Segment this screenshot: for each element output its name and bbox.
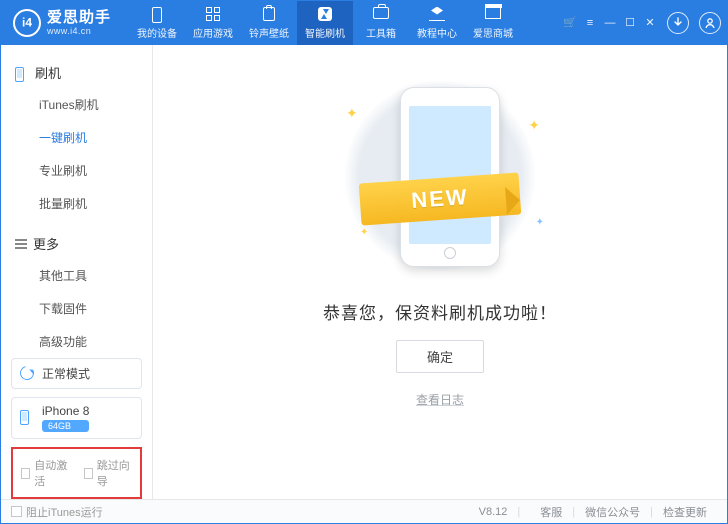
tab-label: 工具箱	[366, 25, 396, 40]
checkbox-label: 跳过向导	[97, 457, 132, 489]
checkbox-skip-guide[interactable]: 跳过向导	[84, 457, 133, 489]
menu-icon[interactable]: ≡	[583, 16, 597, 30]
tab-tutorial[interactable]: 教程中心	[409, 1, 465, 45]
sidebar-item-oneclick-flash[interactable]: 一键刷机	[1, 121, 152, 154]
tab-my-device[interactable]: 我的设备	[129, 1, 185, 45]
checkbox-label: 阻止iTunes运行	[26, 504, 103, 520]
ribbon-text: NEW	[359, 172, 522, 225]
sidebar-item-download-fw[interactable]: 下载固件	[1, 292, 152, 325]
main-content: ✦ ✦ ✦ ✦ NEW 恭喜您，保资料刷机成功啦！ 确定 查看日志	[153, 45, 727, 499]
tab-flash[interactable]: 智能刷机	[297, 1, 353, 45]
tab-label: 应用游戏	[193, 25, 233, 40]
sidebar-item-batch-flash[interactable]: 批量刷机	[1, 187, 152, 220]
checkbox-block-itunes[interactable]: 阻止iTunes运行	[11, 504, 103, 520]
sidebar-group-flash: 刷机	[1, 55, 152, 88]
sparkle-icon: ✦	[346, 105, 358, 122]
checkbox-icon	[21, 468, 30, 479]
titlebar: 爱思助手 www.i4.cn 我的设备 应用游戏 铃声壁纸 智能刷机 工具箱 教…	[1, 1, 727, 45]
phone-icon	[15, 67, 29, 79]
tab-label: 我的设备	[137, 25, 177, 40]
group-title: 更多	[33, 234, 59, 253]
new-ribbon: NEW	[340, 172, 540, 226]
tab-apps[interactable]: 应用游戏	[185, 1, 241, 45]
device-icon	[20, 410, 36, 426]
tab-label: 爱思商城	[473, 25, 513, 40]
logo-icon	[13, 9, 41, 37]
minimize-button[interactable]: —	[603, 16, 617, 30]
mode-pill[interactable]: 正常模式	[11, 358, 142, 389]
sidebar-item-itunes-flash[interactable]: iTunes刷机	[1, 88, 152, 121]
top-tabs: 我的设备 应用游戏 铃声壁纸 智能刷机 工具箱 教程中心 爱思商城	[129, 1, 521, 45]
refresh-icon	[20, 366, 36, 382]
sidebar-item-other-tools[interactable]: 其他工具	[1, 259, 152, 292]
sidebar-item-advanced[interactable]: 高级功能	[1, 325, 152, 352]
device-pill[interactable]: iPhone 8 64GB	[11, 397, 142, 439]
checkbox-icon	[11, 506, 22, 517]
cart-icon[interactable]: 🛒	[563, 16, 577, 30]
close-button[interactable]: ✕	[643, 16, 657, 30]
tab-ringtone[interactable]: 铃声壁纸	[241, 1, 297, 45]
checkbox-auto-activate[interactable]: 自动激活	[21, 457, 70, 489]
tab-shop[interactable]: 爱思商城	[465, 1, 521, 45]
sidebar-item-pro-flash[interactable]: 专业刷机	[1, 154, 152, 187]
success-message: 恭喜您，保资料刷机成功啦！	[323, 299, 557, 324]
highlighted-options: 自动激活 跳过向导	[11, 447, 142, 499]
device-name: iPhone 8	[42, 404, 89, 418]
checkbox-icon	[84, 468, 93, 479]
user-icon[interactable]	[699, 12, 721, 34]
checkbox-label: 自动激活	[34, 457, 69, 489]
sparkle-icon: ✦	[360, 227, 368, 238]
window-controls: 🛒 ≡ — ☐ ✕	[563, 12, 721, 34]
download-icon[interactable]	[667, 12, 689, 34]
ok-button[interactable]: 确定	[396, 340, 484, 373]
tab-toolbox[interactable]: 工具箱	[353, 1, 409, 45]
view-log-link[interactable]: 查看日志	[416, 391, 464, 408]
sidebar: 刷机 iTunes刷机 一键刷机 专业刷机 批量刷机 更多 其他工具 下载固件 …	[1, 45, 153, 499]
menu-icon	[15, 239, 27, 249]
sparkle-icon: ✦	[528, 117, 540, 134]
mode-label: 正常模式	[42, 365, 90, 382]
brand: 爱思助手 www.i4.cn	[13, 9, 111, 37]
version-label: V8.12	[479, 506, 508, 518]
sidebar-group-more: 更多	[1, 226, 152, 259]
footer-link-wechat[interactable]: 微信公众号	[585, 504, 640, 520]
brand-url: www.i4.cn	[47, 27, 111, 36]
footer-link-support[interactable]: 客服	[540, 504, 562, 520]
tab-label: 铃声壁纸	[249, 25, 289, 40]
status-bar: 阻止iTunes运行 V8.12 | 客服 | 微信公众号 | 检查更新	[1, 499, 727, 523]
footer-link-update[interactable]: 检查更新	[663, 504, 707, 520]
success-illustration: ✦ ✦ ✦ ✦ NEW	[310, 77, 570, 277]
group-title: 刷机	[35, 63, 61, 82]
maximize-button[interactable]: ☐	[623, 16, 637, 30]
tab-label: 教程中心	[417, 25, 457, 40]
brand-name: 爱思助手	[47, 10, 111, 25]
tab-label: 智能刷机	[305, 25, 345, 40]
device-storage-badge: 64GB	[42, 420, 89, 432]
